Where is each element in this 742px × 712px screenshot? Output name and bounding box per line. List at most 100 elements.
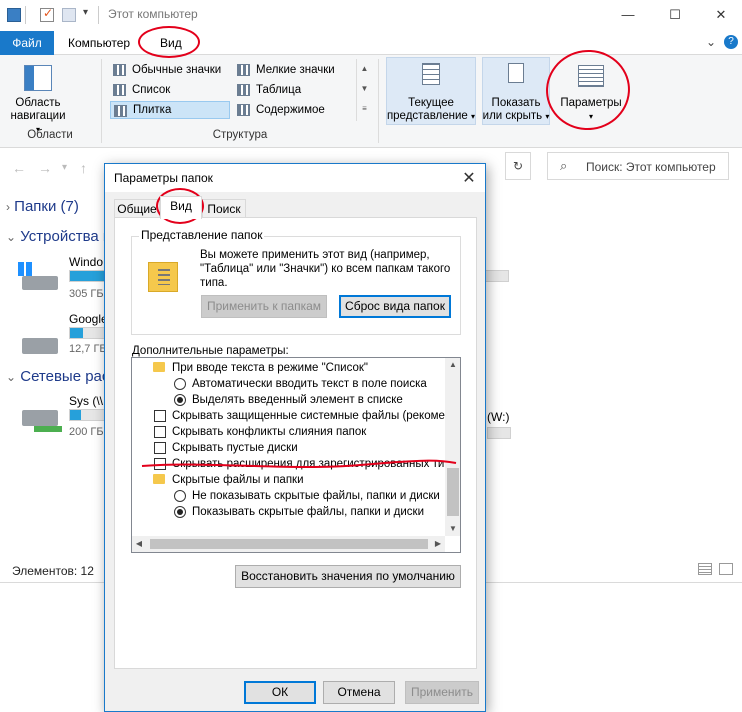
folder-view-legend: Представление папок (139, 228, 265, 242)
list-item-auto-search[interactable]: Автоматически вводить текст в поле поиск… (174, 376, 427, 392)
search-placeholder: Поиск: Этот компьютер (586, 160, 716, 174)
help-icon[interactable]: ? (724, 35, 738, 49)
list-item-list-typing[interactable]: При вводе текста в режиме "Список" (153, 360, 368, 376)
current-view-icon (422, 63, 440, 85)
apply-button[interactable]: Применить (405, 681, 479, 704)
ok-button[interactable]: ОК (244, 681, 316, 704)
tiles-icon (114, 105, 127, 117)
folder-view-description: Вы можете применить этот вид (например, … (200, 249, 451, 289)
drive-name[interactable]: Google (69, 312, 108, 326)
scroll-up-icon[interactable]: ▲ (445, 358, 460, 372)
checkbox[interactable] (154, 410, 166, 422)
navigation-pane-icon[interactable] (24, 65, 52, 91)
scroll-down-icon[interactable]: ▼ (445, 522, 460, 536)
scroll-thumb[interactable] (150, 539, 428, 549)
layout-large-icons[interactable]: Обычные значки (110, 61, 221, 79)
reset-folders-button[interactable]: Сброс вида папок (339, 295, 451, 318)
folder-options-dialog: Параметры папок ✕ Общие Вид Поиск Предст… (104, 163, 486, 712)
horizontal-scrollbar[interactable]: ◀ ▶ (132, 536, 445, 552)
search-input[interactable]: ⌕ Поиск: Этот компьютер (547, 152, 729, 180)
forward-arrow-icon[interactable]: → (38, 160, 52, 176)
recent-dropdown-icon[interactable]: ▾ (62, 162, 67, 173)
network-section[interactable]: ⌄ Сетевые рас (6, 368, 109, 385)
maximize-button[interactable]: ☐ (660, 4, 690, 26)
up-arrow-icon[interactable]: ↑ (80, 160, 87, 176)
back-arrow-icon[interactable]: ← (12, 160, 26, 176)
show-hide-label-2: или скрыть ▾ (478, 110, 554, 123)
drive-google-icon[interactable] (18, 330, 58, 360)
network-header: Сетевые рас (20, 368, 110, 385)
chevron-down-icon: ▾ (545, 112, 550, 121)
refresh-button[interactable]: ↻ (505, 152, 531, 180)
tab-view[interactable]: Вид (160, 196, 202, 219)
folders-header: Папки (7) (14, 198, 79, 215)
gallery-scroll[interactable]: ▲ ▼ ≡ (356, 59, 372, 121)
dialog-close-button[interactable]: ✕ (459, 168, 479, 188)
scroll-left-icon[interactable]: ◀ (132, 536, 146, 552)
scroll-right-icon[interactable]: ▶ (431, 536, 445, 552)
drive-name[interactable]: Windo (69, 255, 103, 269)
details-icon (237, 84, 250, 96)
layout-label: Таблица (256, 84, 302, 96)
properties-icon[interactable]: ✓ (40, 6, 54, 22)
list-item-label: Скрытые файлы и папки (172, 474, 304, 486)
drive-windows-icon[interactable] (18, 262, 58, 292)
folders-section[interactable]: › Папки (7) (6, 198, 79, 215)
layout-small-icons[interactable]: Мелкие значки (234, 61, 335, 79)
apply-to-folders-button[interactable]: Применить к папкам (201, 295, 327, 318)
details-view-icon[interactable] (698, 563, 712, 575)
radio-button-selected[interactable] (174, 394, 186, 406)
new-folder-icon[interactable] (62, 8, 76, 22)
list-icon (113, 84, 126, 96)
list-item-hide-protected[interactable]: Скрывать защищенные системные файлы (рек… (154, 408, 451, 424)
scroll-thumb[interactable] (447, 468, 459, 516)
computer-icon[interactable] (7, 8, 21, 22)
list-item-select-typed[interactable]: Выделять введенный элемент в списке (174, 392, 403, 408)
current-view-label-1: Текущее (408, 97, 454, 109)
list-item-hide-conflicts[interactable]: Скрывать конфликты слияния папок (154, 424, 366, 440)
radio-button-selected[interactable] (174, 506, 186, 518)
tab-general[interactable]: Общие (114, 199, 160, 219)
network-drive-icon[interactable] (18, 404, 62, 434)
layout-list[interactable]: Список (110, 81, 170, 99)
tab-computer[interactable]: Компьютер (56, 31, 142, 55)
cancel-button[interactable]: Отмена (323, 681, 395, 704)
ribbon-expand-icon[interactable]: ⌄ (706, 35, 716, 49)
chevron-down-icon: ⌄ (6, 370, 17, 384)
navigation-pane-label-1: Область (15, 97, 61, 109)
search-icon: ⌕ (560, 158, 568, 173)
layout-tiles[interactable]: Плитка (110, 101, 230, 119)
radio-button[interactable] (174, 378, 186, 390)
qat-dropdown-icon[interactable]: ▾ (83, 7, 88, 18)
drive-size: 305 ГБ (69, 288, 104, 300)
tab-file[interactable]: Файл (0, 31, 54, 55)
minimize-button[interactable]: — (613, 4, 643, 26)
folder-view-icon (148, 262, 178, 292)
restore-defaults-button[interactable]: Восстановить значения по умолчанию (235, 565, 461, 588)
right-drive-label[interactable]: (W:) (487, 410, 509, 424)
vertical-scrollbar[interactable]: ▲ ▼ (445, 358, 460, 536)
drive-size: 200 ГБ (69, 426, 104, 438)
chevron-right-icon: › (6, 200, 10, 214)
layout-label: Список (132, 84, 171, 96)
layout-details[interactable]: Таблица (234, 81, 301, 99)
tab-search[interactable]: Поиск (202, 199, 246, 219)
list-item-show-hidden[interactable]: Показывать скрытые файлы, папки и диски (174, 504, 424, 520)
list-item-label: При вводе текста в режиме "Список" (172, 362, 368, 374)
radio-button[interactable] (174, 490, 186, 502)
folder-icon (153, 362, 165, 372)
list-item-dont-show-hidden[interactable]: Не показывать скрытые файлы, папки и дис… (174, 488, 440, 504)
checkbox[interactable] (154, 442, 166, 454)
drive-size: 12,7 ГБ (69, 343, 107, 355)
layout-label: Содержимое (256, 104, 325, 116)
annotation-underline (141, 459, 457, 468)
drive-name[interactable]: Sys (\\ (69, 394, 103, 408)
refresh-icon: ↻ (512, 159, 524, 173)
tiles-view-icon[interactable] (719, 563, 733, 575)
close-button[interactable]: ✕ (706, 4, 736, 26)
layout-content[interactable]: Содержимое (234, 101, 325, 119)
devices-section[interactable]: ⌄ Устройства и (6, 228, 111, 245)
list-item-hide-empty-drives[interactable]: Скрывать пустые диски (154, 440, 298, 456)
checkbox[interactable] (154, 426, 166, 438)
drive-usage-bar (69, 327, 109, 339)
